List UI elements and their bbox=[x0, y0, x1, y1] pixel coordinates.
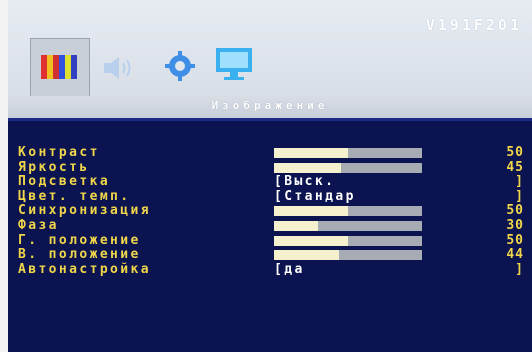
menu-row-label: Фаза bbox=[18, 218, 59, 233]
slider-track[interactable] bbox=[274, 221, 422, 231]
osd-menu: V191F201 Изображение Контраст 50 Яркость… bbox=[0, 0, 532, 352]
slider-fill bbox=[274, 250, 340, 261]
menu-row-label: Контраст bbox=[18, 145, 100, 160]
option-bracket: ] bbox=[515, 188, 524, 204]
tab-picture[interactable] bbox=[30, 38, 90, 98]
menu-row-label: Автонастройка bbox=[18, 261, 151, 277]
menu-row-label: В. положение bbox=[18, 247, 141, 263]
menu-row[interactable]: Контраст 50 bbox=[18, 145, 532, 161]
menu-row-label: Синхронизация bbox=[18, 203, 151, 219]
slider-track[interactable] bbox=[274, 206, 422, 217]
menu-row[interactable]: Синхронизация 50 bbox=[18, 203, 532, 219]
menu-row[interactable]: Г. положение 50 bbox=[18, 233, 532, 249]
menu-row-value: 50 bbox=[506, 232, 524, 248]
tab-display[interactable] bbox=[208, 38, 266, 96]
color-bars-icon bbox=[41, 55, 77, 79]
slider-fill bbox=[274, 162, 341, 173]
menu-row-value: 50 bbox=[506, 145, 524, 160]
slider-track[interactable] bbox=[274, 235, 422, 246]
slider-fill bbox=[274, 148, 348, 158]
slider-track[interactable] bbox=[274, 162, 422, 173]
option-bracket: ] bbox=[515, 261, 524, 277]
option-bracket: ] bbox=[515, 174, 524, 190]
menu-row-label: Подсветка bbox=[18, 174, 111, 190]
menu-row-label: Яркость bbox=[18, 159, 90, 175]
monitor-icon bbox=[216, 48, 252, 80]
menu-row[interactable]: В. положение 44 bbox=[18, 247, 532, 263]
menu-row[interactable]: Яркость 45 bbox=[18, 160, 532, 176]
menu-row-value: 50 bbox=[506, 203, 524, 219]
slider-track[interactable] bbox=[274, 148, 422, 158]
slider-fill bbox=[274, 221, 319, 231]
menu-row[interactable]: Автонастройка [да] bbox=[18, 262, 532, 278]
slider-fill bbox=[274, 206, 348, 217]
menu-row-value: 45 bbox=[506, 159, 524, 175]
menu-row-option[interactable]: [Стандар bbox=[274, 189, 356, 204]
menu-row-label: Г. положение bbox=[18, 232, 141, 248]
model-name: V191F201 bbox=[425, 16, 522, 34]
menu-row[interactable]: Фаза 30 bbox=[18, 218, 532, 234]
menu-row[interactable]: Подсветка [Выск.] bbox=[18, 174, 532, 190]
slider-track[interactable] bbox=[274, 250, 422, 261]
menu-row-label: Цвет. темп. bbox=[18, 188, 131, 204]
tab-audio[interactable] bbox=[92, 38, 150, 96]
speaker-icon bbox=[104, 57, 131, 79]
section-title: Изображение bbox=[211, 99, 329, 112]
menu-row-value: 44 bbox=[506, 247, 524, 263]
menu-row-option[interactable]: [Выск. bbox=[274, 174, 335, 189]
menu-row-value: 30 bbox=[506, 218, 524, 233]
settings-panel: Контраст 50 Яркость 45 Подсветка [Выск.] Цвет.… bbox=[8, 118, 532, 352]
gear-icon bbox=[165, 51, 195, 81]
menu-row-option[interactable]: [да bbox=[274, 262, 305, 277]
menu-row[interactable]: Цвет. темп. [Стандар] bbox=[18, 189, 532, 205]
slider-fill bbox=[274, 235, 348, 246]
tab-settings[interactable] bbox=[152, 38, 210, 96]
